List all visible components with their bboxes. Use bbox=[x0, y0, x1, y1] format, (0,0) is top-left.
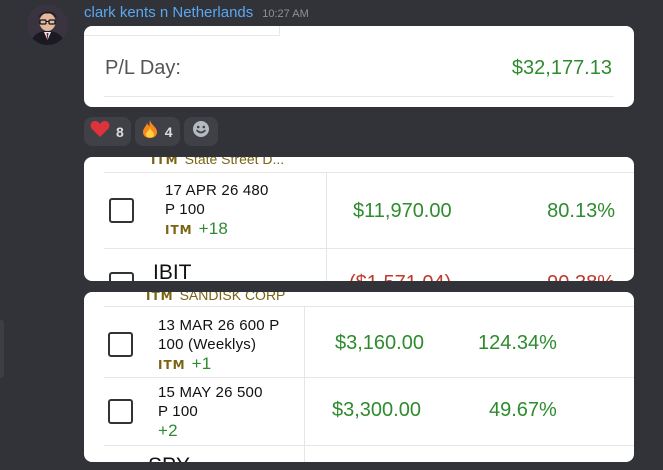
position-percent: 80.13% bbox=[547, 200, 615, 222]
message-header: clark kents n Netherlands 10:27 AM bbox=[84, 4, 309, 24]
itm-count: +1 bbox=[191, 354, 212, 373]
option-description: 15 MAY 26 500 P 100 +2 bbox=[158, 384, 263, 440]
divider bbox=[104, 96, 614, 97]
option-description: 13 MAR 26 600 P 100 (Weeklys) ITM +1 bbox=[158, 317, 280, 373]
divider bbox=[104, 306, 634, 307]
scrollbar-edge bbox=[0, 320, 4, 378]
position-checkbox[interactable] bbox=[108, 399, 133, 424]
reaction-count: 4 bbox=[164, 123, 173, 140]
ticker-name-cut: ITM SANDISK CORP bbox=[146, 292, 285, 303]
smiley-icon bbox=[192, 120, 210, 143]
position-checkbox[interactable] bbox=[109, 198, 134, 223]
column-divider bbox=[326, 172, 327, 281]
reaction-fire[interactable]: 4 bbox=[134, 117, 180, 146]
avatar[interactable] bbox=[27, 4, 68, 45]
option-description: 17 APR 26 480 P 100 ITM +18 bbox=[165, 182, 269, 238]
column-divider bbox=[304, 306, 305, 462]
itm-badge: ITM bbox=[146, 292, 174, 303]
divider bbox=[104, 377, 634, 378]
itm-badge: ITM bbox=[165, 223, 193, 237]
ticker-label: SPY bbox=[148, 454, 190, 462]
itm-badge: ITM bbox=[151, 157, 179, 167]
divider bbox=[84, 35, 280, 36]
divider bbox=[104, 172, 634, 173]
reactions-bar: 8 4 bbox=[84, 117, 218, 146]
itm-count: +18 bbox=[198, 219, 229, 238]
reaction-heart[interactable]: 8 bbox=[84, 117, 131, 146]
position-gain: ($1,571.04) bbox=[349, 272, 451, 281]
timestamp: 10:27 AM bbox=[262, 8, 309, 20]
reaction-count: 8 bbox=[116, 123, 124, 140]
positions-card: ITM State Street D... 17 APR 26 480 P 100… bbox=[84, 157, 634, 281]
pl-day-card: P/L Day: $32,177.13 bbox=[84, 26, 634, 107]
itm-badge: ITM bbox=[158, 358, 186, 372]
position-gain: $11,970.00 bbox=[353, 200, 452, 222]
add-reaction-button[interactable] bbox=[183, 117, 218, 146]
position-checkbox[interactable] bbox=[109, 272, 134, 281]
pl-day-value: $32,177.13 bbox=[511, 57, 612, 79]
divider bbox=[104, 445, 634, 446]
ticker-name-cut: ITM State Street D... bbox=[151, 157, 284, 167]
position-percent: -90.38% bbox=[541, 272, 616, 281]
username[interactable]: clark kents n Netherlands bbox=[84, 4, 253, 21]
positions-card: ITM SANDISK CORP 13 MAR 26 600 P 100 (Wee… bbox=[84, 292, 634, 462]
itm-count: +2 bbox=[158, 421, 178, 440]
heart-icon bbox=[90, 120, 110, 143]
divider bbox=[104, 248, 634, 249]
position-percent: 49.67% bbox=[489, 399, 557, 421]
divider bbox=[279, 26, 280, 36]
position-gain: $3,300.00 bbox=[332, 399, 421, 421]
position-checkbox[interactable] bbox=[108, 332, 133, 357]
ticker-label: IBIT bbox=[153, 261, 192, 281]
pl-day-label: P/L Day: bbox=[105, 57, 181, 79]
position-percent: 124.34% bbox=[478, 332, 557, 354]
fire-icon bbox=[141, 119, 159, 144]
position-gain: $3,160.00 bbox=[335, 332, 424, 354]
